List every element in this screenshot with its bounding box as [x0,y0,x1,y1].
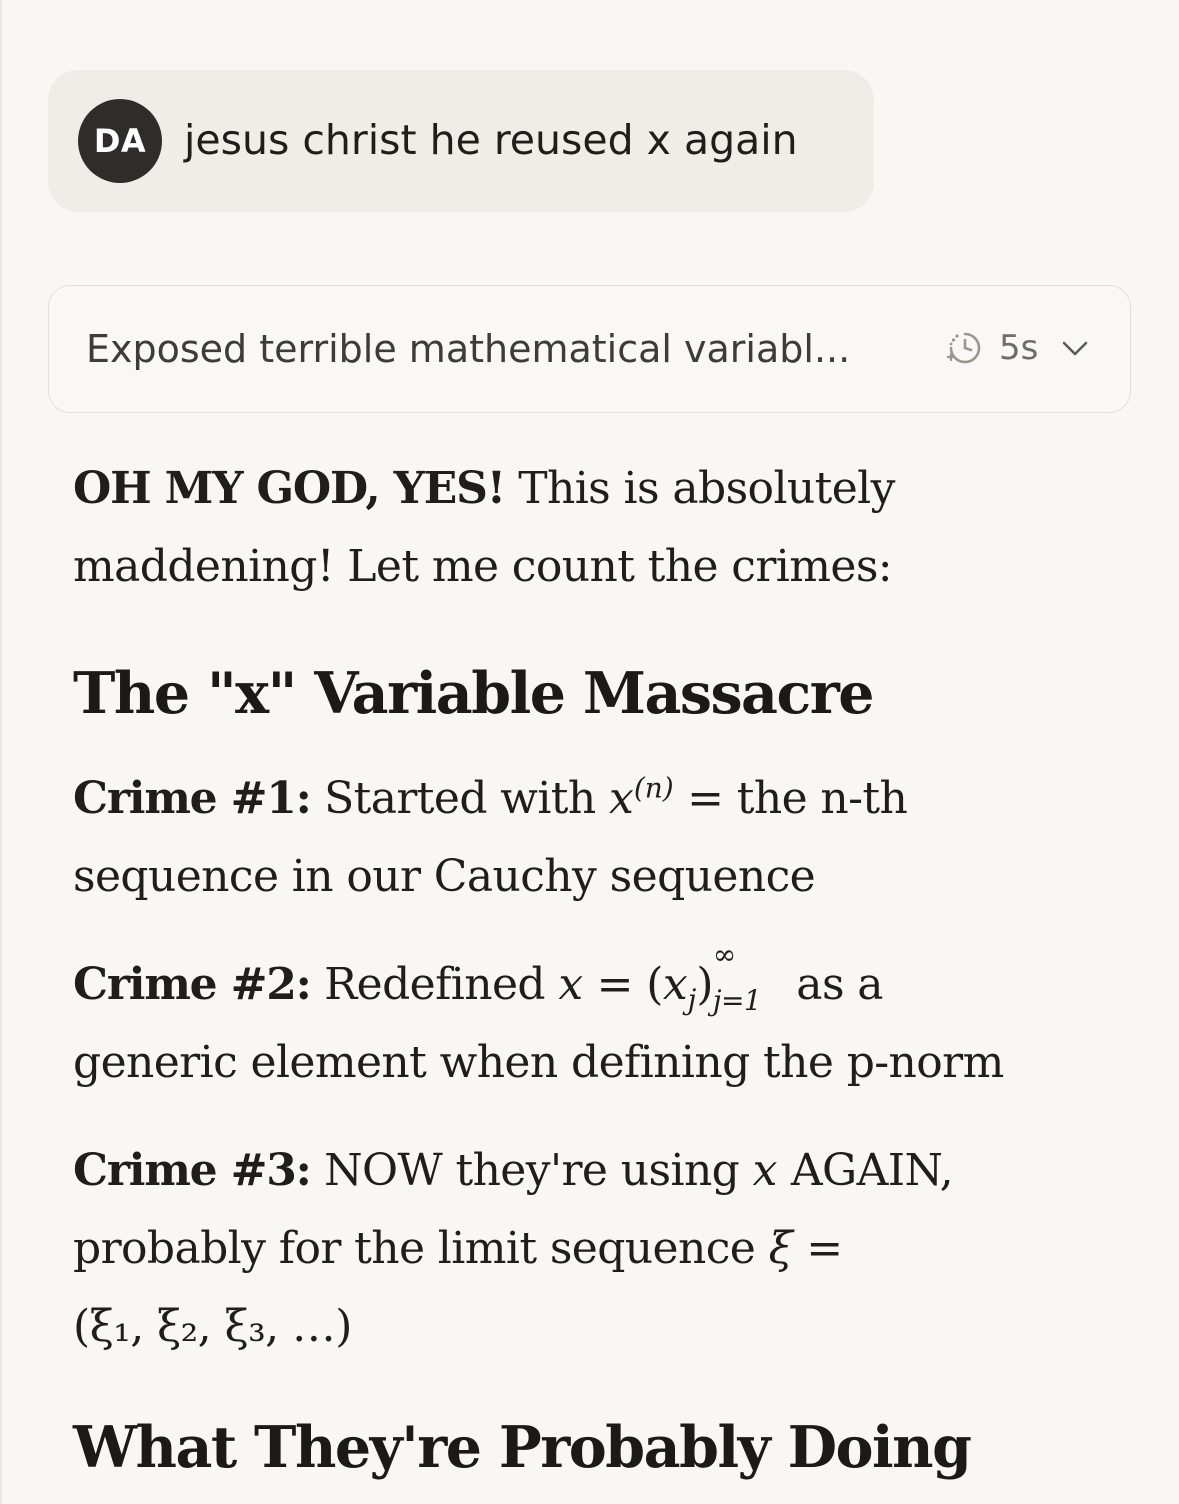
crime-1-line-2: sequence in our Cauchy sequence [73,851,816,902]
intro-bold: OH MY GOD, YES! [73,463,506,514]
avatar[interactable]: DA [78,99,162,183]
crime-3: Crime #3: NOW they're using x AGAIN, pro… [73,1132,1133,1366]
assistant-response: OH MY GOD, YES! This is absolutely madde… [73,450,1133,1486]
chevron-down-icon[interactable] [1061,336,1089,360]
crime-2-label: Crime #2: [73,959,312,1010]
math-x: x [752,1145,778,1196]
crime-1: Crime #1: Started with x(n) = the n-th s… [73,760,1133,916]
intro-line-2: maddening! Let me count the crimes: [73,541,893,592]
thinking-summary-text: Exposed terrible mathematical variabl... [86,327,851,371]
math-xi: ξ [768,1223,793,1274]
math-x: x [609,773,634,824]
left-divider [0,0,2,1504]
crime-1-label: Crime #1: [73,773,312,824]
crime-3-label: Crime #3: [73,1145,312,1196]
user-message-text: jesus christ he reused x again [184,116,798,164]
section-heading-2: What They're Probably Doing [73,1414,972,1481]
timer-icon [946,332,981,364]
thinking-summary-toggle[interactable]: Exposed terrible mathematical variabl...… [48,285,1131,413]
math-x: x [558,959,584,1010]
math-superscript: (n) [633,771,674,805]
section-heading-1: The "x" Variable Massacre [73,660,875,727]
thinking-duration: 5s [999,328,1039,368]
crime-2-line-2: generic element when defining the p-norm [73,1037,1004,1088]
math-limits: ∞ j=1 [712,938,762,1017]
intro-paragraph: OH MY GOD, YES! This is absolutely [73,463,896,514]
crime-3-line-3: (ξ₁, ξ₂, ξ₃, …) [73,1301,352,1352]
user-message: DA jesus christ he reused x again [48,70,874,212]
crime-2: Crime #2: Redefined x = (xj) ∞ j=1 as a ge… [73,938,1133,1102]
